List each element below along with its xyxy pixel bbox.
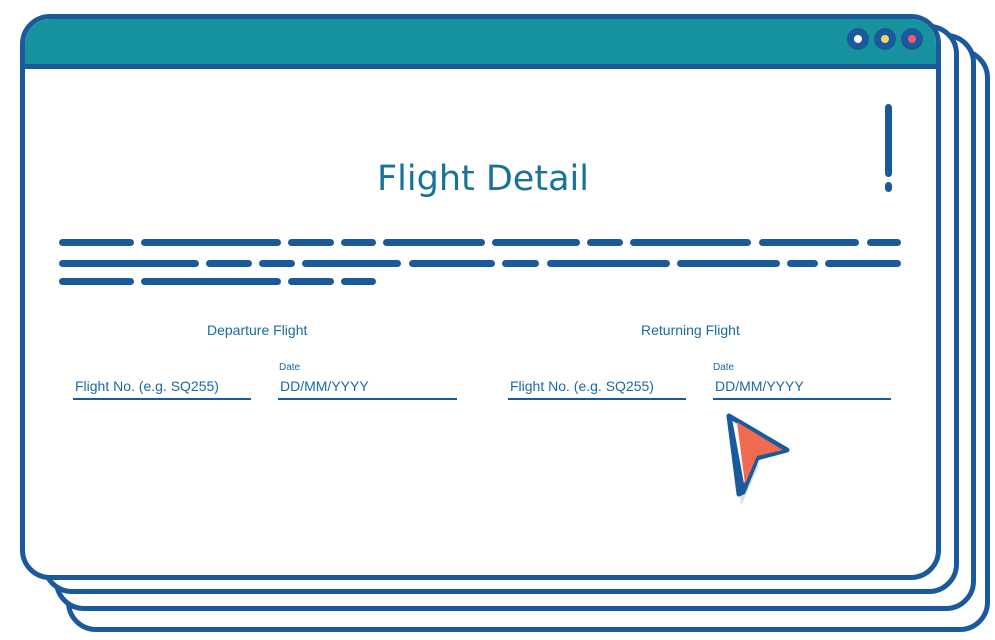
returning-date-placeholder: DD/MM/YYYY xyxy=(715,378,804,394)
departure-flight-heading: Departure Flight xyxy=(207,322,308,338)
text-line xyxy=(759,239,859,246)
text-line xyxy=(587,239,623,246)
text-line xyxy=(259,260,295,267)
window-button-2[interactable] xyxy=(874,28,896,50)
text-line xyxy=(502,260,539,267)
text-line xyxy=(547,260,670,267)
text-line xyxy=(59,278,134,285)
window-titlebar xyxy=(25,19,936,69)
window-button-1[interactable] xyxy=(847,28,869,50)
text-line xyxy=(302,260,401,267)
text-line xyxy=(383,239,485,246)
text-line xyxy=(825,260,901,267)
text-line xyxy=(341,278,376,285)
text-line xyxy=(59,260,199,267)
returning-flight-number-placeholder: Flight No. (e.g. SQ255) xyxy=(510,378,654,394)
text-line xyxy=(59,239,134,246)
page-title: Flight Detail xyxy=(377,159,589,199)
text-line xyxy=(867,239,901,246)
departure-date-placeholder: DD/MM/YYYY xyxy=(280,378,369,394)
text-line xyxy=(141,278,281,285)
text-line xyxy=(787,260,818,267)
text-line xyxy=(630,239,751,246)
text-line xyxy=(206,260,252,267)
browser-window: Flight Detail Departure Flight Flight No… xyxy=(20,14,941,580)
text-line xyxy=(141,239,281,246)
text-line xyxy=(341,239,376,246)
departure-date-field[interactable]: DD/MM/YYYY xyxy=(278,374,457,400)
returning-flight-heading: Returning Flight xyxy=(641,322,740,338)
departure-flight-number-placeholder: Flight No. (e.g. SQ255) xyxy=(75,378,219,394)
text-line xyxy=(288,239,334,246)
text-line xyxy=(492,239,580,246)
text-line xyxy=(409,260,495,267)
window-button-3[interactable] xyxy=(901,28,923,50)
departure-flight-number-field[interactable]: Flight No. (e.g. SQ255) xyxy=(73,374,251,400)
returning-flight-number-field[interactable]: Flight No. (e.g. SQ255) xyxy=(508,374,686,400)
departure-date-label: Date xyxy=(279,362,301,373)
returning-date-field[interactable]: DD/MM/YYYY xyxy=(713,374,891,400)
text-line xyxy=(288,278,334,285)
returning-date-label: Date xyxy=(713,362,735,373)
text-line xyxy=(677,260,780,267)
arrow-pointer-icon xyxy=(721,406,801,511)
